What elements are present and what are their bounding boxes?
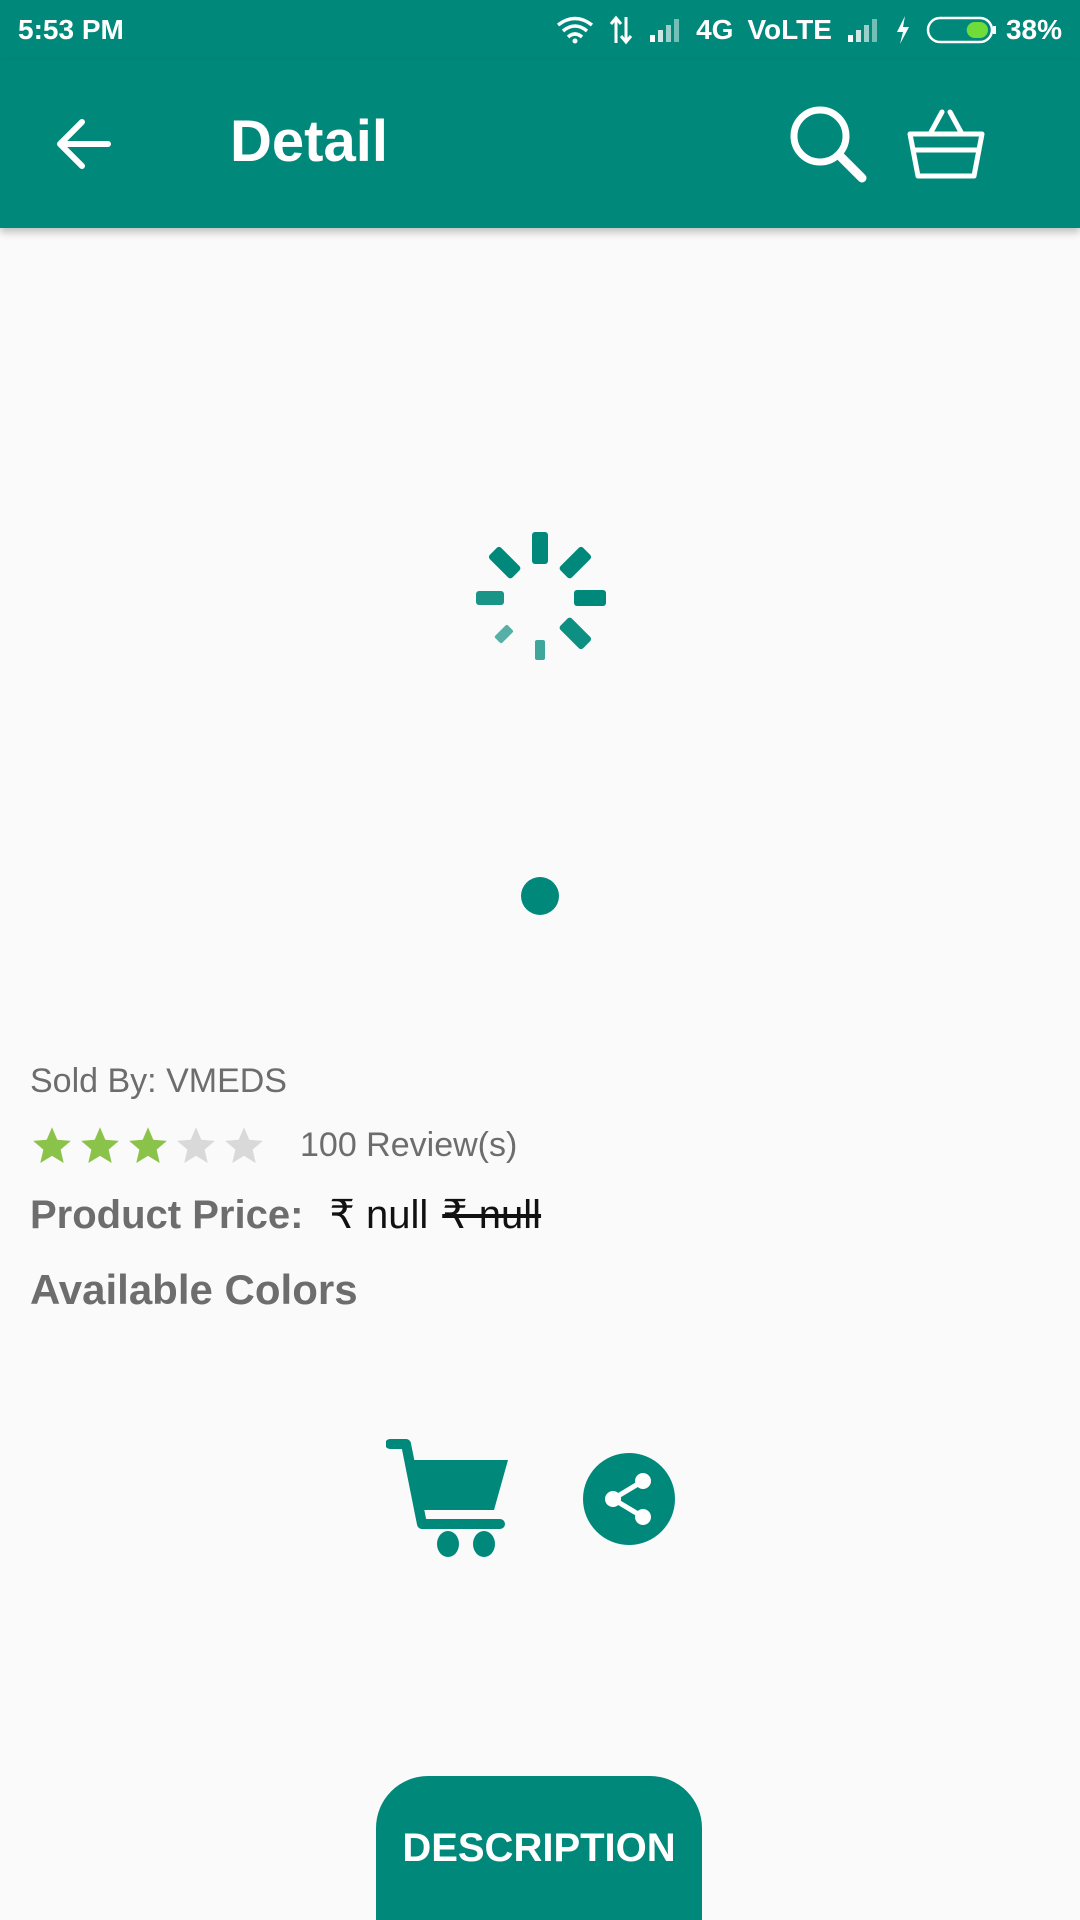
image-pager-indicator[interactable] (521, 877, 559, 915)
sold-by-text: Sold By: VMEDS (30, 1062, 287, 1100)
volte-label: VoLTE (747, 14, 832, 45)
current-price: ₹ null (329, 1193, 429, 1237)
data-arrows-icon (609, 15, 633, 45)
available-colors-label: Available Colors (30, 1266, 358, 1313)
status-bar: 5:53 PM 4G VoLTE 38% (0, 0, 1080, 60)
rating-stars (30, 1124, 266, 1168)
arrow-left-icon (57, 119, 111, 169)
cart-icon (385, 1439, 508, 1557)
signal-icon (847, 19, 877, 42)
status-icons: 4G VoLTE 38% (556, 14, 1062, 46)
price-row: Product Price: ₹ null ₹ null (30, 1192, 541, 1238)
share-icon (583, 1453, 675, 1545)
battery-percent: 38% (1005, 14, 1062, 45)
loading-spinner-icon (476, 532, 606, 660)
star-filled-icon (81, 1127, 119, 1164)
star-filled-icon (129, 1127, 167, 1164)
tab-description-label: DESCRIPTION (402, 1826, 676, 1870)
app-bar: Detail (0, 60, 1080, 228)
search-button[interactable] (786, 102, 868, 184)
wifi-icon (557, 16, 594, 44)
page-title: Detail (230, 109, 388, 174)
add-to-cart-button[interactable] (385, 1436, 514, 1560)
back-button[interactable] (52, 112, 116, 176)
star-filled-icon (33, 1127, 71, 1164)
battery-indicator: 38% (926, 14, 1062, 46)
tab-description[interactable]: DESCRIPTION (376, 1776, 702, 1920)
search-icon (790, 106, 867, 183)
star-empty-icon (177, 1127, 215, 1164)
star-empty-icon (225, 1127, 263, 1164)
reviews-count[interactable]: 100 Review(s) (300, 1126, 517, 1165)
battery-icon (926, 16, 996, 44)
share-button[interactable] (582, 1452, 676, 1546)
charging-icon (896, 16, 909, 44)
shopping-basket-icon (907, 109, 985, 179)
status-time: 5:53 PM (18, 14, 124, 45)
price-label: Product Price: (30, 1193, 304, 1237)
network-type: 4G (696, 14, 734, 45)
original-price: ₹ null (442, 1193, 542, 1237)
signal-icon (650, 19, 680, 42)
basket-button[interactable] (906, 106, 986, 186)
